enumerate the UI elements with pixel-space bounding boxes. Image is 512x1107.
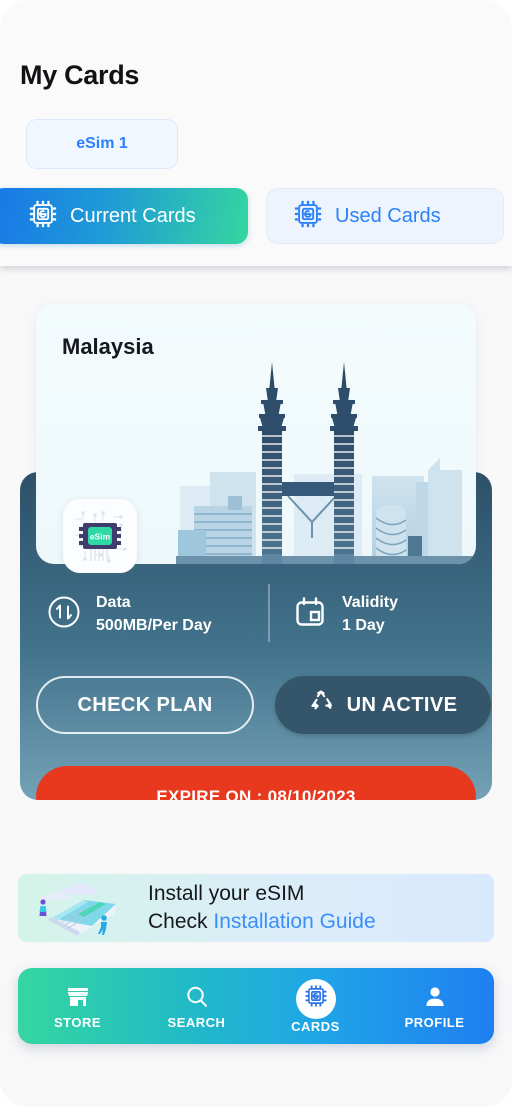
- nav-item-cards[interactable]: CARDS: [256, 968, 375, 1044]
- nav-cards-active-circle: [295, 978, 336, 1019]
- nav-item-store[interactable]: STORE: [18, 968, 137, 1044]
- recycle-icon: [309, 689, 335, 721]
- stat-validity-label: Validity: [342, 593, 399, 611]
- check-plan-button[interactable]: CHECK PLAN: [36, 676, 254, 734]
- install-banner-prefix: Check: [148, 910, 214, 933]
- app-screen: My Cards eSim 1 Current Cards Used Cards…: [0, 0, 512, 1107]
- unactive-button[interactable]: UN ACTIVE: [275, 676, 491, 734]
- nav-item-profile[interactable]: PROFILE: [375, 968, 494, 1044]
- check-plan-label: CHECK PLAN: [77, 693, 213, 716]
- data-transfer-icon: [46, 594, 82, 635]
- card-stats: Data 500MB/Per Day Validity 1 Day: [20, 584, 492, 644]
- esim-chip-icon: [293, 199, 323, 234]
- esim-selector-chip[interactable]: eSim 1: [26, 119, 178, 169]
- installation-guide-link[interactable]: Installation Guide: [213, 910, 375, 933]
- bottom-navigation: STORE SEARCH CARDS PROFILE: [18, 968, 494, 1044]
- stat-data-label: Data: [96, 593, 131, 611]
- install-banner-line1: Install your eSIM: [148, 881, 305, 905]
- search-icon: [184, 983, 210, 1011]
- tab-current-cards-label: Current Cards: [70, 204, 196, 227]
- stat-data: Data 500MB/Per Day: [46, 584, 264, 644]
- tab-used-cards-label: Used Cards: [335, 204, 441, 227]
- stat-data-text: Data 500MB/Per Day: [96, 591, 212, 637]
- esim-chip-badge: eSim: [63, 499, 137, 573]
- nav-label-search: SEARCH: [167, 1014, 226, 1030]
- card-actions: CHECK PLAN UN ACTIVE: [20, 676, 492, 734]
- install-banner-text: Install your eSIM Check Installation Gui…: [148, 880, 376, 937]
- nav-item-search[interactable]: SEARCH: [137, 968, 256, 1044]
- nav-label-profile: PROFILE: [404, 1014, 465, 1030]
- unactive-label: UN ACTIVE: [346, 693, 458, 716]
- esim-chip-label: eSim 1: [76, 135, 128, 152]
- expire-label: EXPIRE ON : 08/10/2023: [156, 787, 356, 800]
- esim-chip-icon: [304, 984, 328, 1013]
- petronas-towers-skyline-illustration: [176, 362, 476, 564]
- country-name: Malaysia: [62, 334, 154, 359]
- nav-label-store: STORE: [53, 1014, 102, 1030]
- stat-data-value: 500MB/Per Day: [96, 617, 212, 634]
- tab-used-cards[interactable]: Used Cards: [266, 188, 504, 244]
- stat-validity-text: Validity 1 Day: [342, 591, 398, 637]
- expire-button[interactable]: EXPIRE ON : 08/10/2023: [36, 766, 476, 800]
- svg-text:eSim: eSim: [90, 532, 111, 542]
- person-icon: [422, 983, 448, 1011]
- esim-chip-graphic: eSim: [75, 511, 127, 563]
- tab-current-cards[interactable]: Current Cards: [0, 188, 248, 244]
- nav-label-cards: CARDS: [291, 1018, 340, 1034]
- card-tabs: Current Cards Used Cards: [0, 188, 512, 244]
- esim-chip-icon: [28, 199, 58, 234]
- store-icon: [65, 983, 91, 1011]
- stat-validity: Validity 1 Day: [292, 584, 398, 644]
- header: My Cards eSim 1 Current Cards Used Cards: [0, 0, 512, 266]
- install-banner[interactable]: Install your eSIM Check Installation Gui…: [18, 874, 494, 942]
- installation-guide-book-illustration: [39, 883, 116, 936]
- country-card-wrap: Malaysia eSim: [20, 304, 492, 573]
- install-banner-line2: Check Installation Guide: [148, 908, 376, 936]
- page-title: My Cards: [20, 60, 140, 90]
- stat-validity-value: 1 Day: [342, 617, 385, 634]
- calendar-icon: [292, 594, 328, 635]
